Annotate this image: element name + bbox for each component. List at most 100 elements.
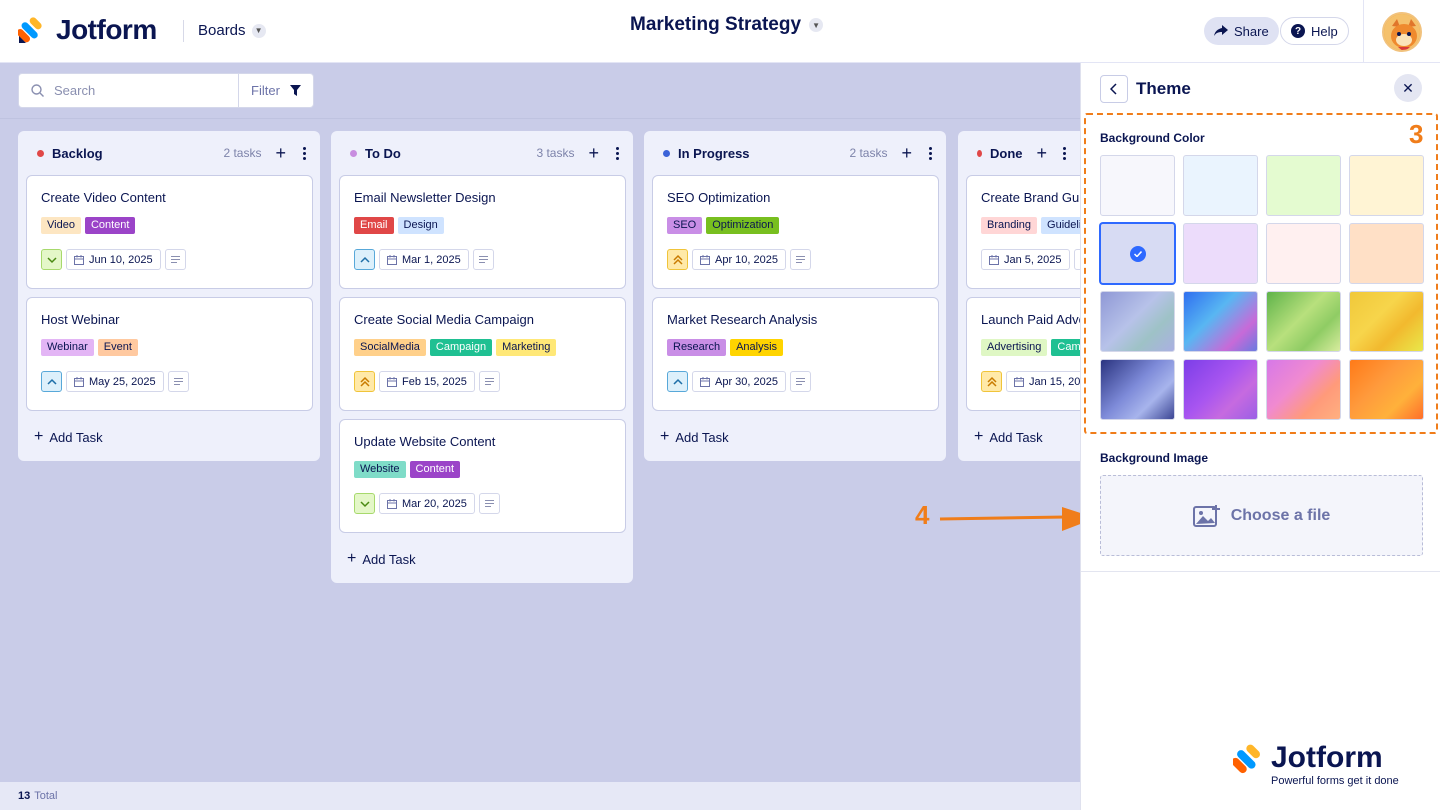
add-task-icon[interactable]: + [901,144,912,162]
color-swatch[interactable] [1266,223,1341,284]
due-date[interactable]: Apr 10, 2025 [692,249,786,270]
priority-icon[interactable] [41,249,62,270]
priority-icon[interactable] [354,249,375,270]
task-card[interactable]: Email Newsletter Design Email Design Mar … [339,175,626,289]
watermark-tagline: Powerful forms get it done [1271,775,1399,787]
boards-dropdown[interactable]: Boards ▼ [198,22,266,39]
calendar-icon [700,376,710,387]
task-card[interactable]: Update Website Content Website Content Ma… [339,419,626,533]
tag-list: Email Design [354,217,611,234]
board-title-dropdown[interactable]: Marketing Strategy ▼ [630,14,824,36]
tag: Content [409,461,461,478]
note-icon[interactable] [478,493,500,514]
note-icon[interactable] [478,371,500,392]
calendar-icon [387,254,397,265]
due-date-text: Mar 1, 2025 [402,253,461,266]
search-box[interactable] [18,73,239,108]
add-task-icon[interactable]: + [1036,144,1047,162]
note-icon[interactable] [164,249,186,270]
help-button[interactable]: ? Help [1280,17,1349,45]
priority-icon[interactable] [354,493,375,514]
calendar-icon [1014,376,1024,387]
add-task-icon[interactable]: + [588,144,599,162]
due-date[interactable]: Apr 30, 2025 [692,371,786,392]
color-swatch[interactable] [1349,291,1424,352]
color-swatch[interactable] [1100,223,1175,284]
more-options-icon[interactable] [615,146,619,160]
jotform-logo[interactable]: Jotform [18,14,157,46]
task-card[interactable]: Launch Paid Advertising AdvertisingCampa… [966,297,1080,411]
task-card[interactable]: Market Research Analysis Research Analysi… [652,297,939,411]
note-icon[interactable] [790,249,811,270]
add-task-button[interactable]: + Add Task [644,419,946,455]
priority-icon[interactable] [354,371,375,392]
search-input[interactable] [54,83,224,98]
tag: Content [84,217,136,234]
more-options-icon[interactable] [302,146,306,160]
task-card[interactable]: Host Webinar Webinar Event May 25, 2025 [26,297,313,411]
filter-button[interactable]: Filter [238,73,314,108]
avatar[interactable] [1382,12,1422,52]
tag: Video [41,217,81,234]
color-swatch[interactable] [1183,359,1258,420]
color-swatch[interactable] [1349,223,1424,284]
task-title: Create Social Media Campaign [354,312,534,327]
color-swatch[interactable] [1266,155,1341,216]
task-card[interactable]: Create Brand Guidelines BrandingGuidelin… [966,175,1080,289]
more-options-icon[interactable] [1063,146,1066,160]
help-icon: ? [1291,24,1305,38]
due-date-text: Apr 10, 2025 [715,253,778,266]
task-card[interactable]: Create Social Media Campaign SocialMedia… [339,297,626,411]
note-icon[interactable] [472,249,494,270]
due-date[interactable]: Mar 1, 2025 [379,249,469,270]
check-icon [1129,245,1146,262]
task-card[interactable]: SEO Optimization SEO Optimization Apr 10,… [652,175,939,289]
background-color-label: Background Color [1100,131,1205,145]
watermark-text: Jotform [1271,741,1383,774]
board-title: Marketing Strategy [630,14,802,35]
priority-icon[interactable] [41,371,62,392]
due-date[interactable]: Jun 10, 2025 [66,249,161,270]
app-header: Jotform Boards ▼ Marketing Strategy ▼ Sh… [0,0,1440,63]
color-swatch[interactable] [1349,359,1424,420]
color-swatch[interactable] [1183,155,1258,216]
due-date[interactable]: Mar 20, 2025 [379,493,475,514]
back-button[interactable] [1100,75,1128,103]
due-date[interactable]: Feb 15, 2025 [379,371,475,392]
jotform-logo-icon [18,17,42,43]
color-swatch[interactable] [1183,223,1258,284]
due-date[interactable]: Jan 5, 2025 [981,249,1070,270]
task-card[interactable]: Create Video Content Video Content Jun 10… [26,175,313,289]
more-options-icon[interactable] [928,146,932,160]
color-swatch[interactable] [1266,291,1341,352]
choose-file-dropzone[interactable]: Choose a file [1100,475,1423,556]
jotform-watermark: Jotform Powerful forms get it done [1233,743,1399,787]
due-date[interactable]: May 25, 2025 [66,371,164,392]
add-task-button[interactable]: + Add Task [18,419,320,455]
share-icon [1214,25,1228,36]
color-swatch[interactable] [1100,359,1175,420]
status-dot [977,149,982,157]
note-icon[interactable] [790,371,811,392]
color-swatch[interactable] [1266,359,1341,420]
add-task-button[interactable]: + Add Task [331,541,633,577]
color-swatch[interactable] [1183,291,1258,352]
note-icon[interactable] [167,371,189,392]
plus-icon: + [34,428,44,445]
close-button[interactable]: ✕ [1394,74,1422,102]
add-task-icon[interactable]: + [275,144,286,162]
color-swatch[interactable] [1100,155,1175,216]
priority-icon[interactable] [981,371,1002,392]
due-date[interactable]: Jan 15, 2025 [1006,371,1080,392]
color-swatch[interactable] [1349,155,1424,216]
share-button[interactable]: Share [1204,17,1279,45]
task-meta: Apr 10, 2025 [667,249,924,270]
plus-icon: + [974,428,984,445]
task-title: Create Brand Guidelines [981,190,1080,205]
priority-icon[interactable] [667,249,688,270]
tag: SocialMedia [354,339,426,356]
add-task-button[interactable]: + Add Task [958,419,1080,455]
priority-icon[interactable] [667,371,688,392]
column-header: In Progress 2 tasks + [644,131,946,175]
color-swatch[interactable] [1100,291,1175,352]
